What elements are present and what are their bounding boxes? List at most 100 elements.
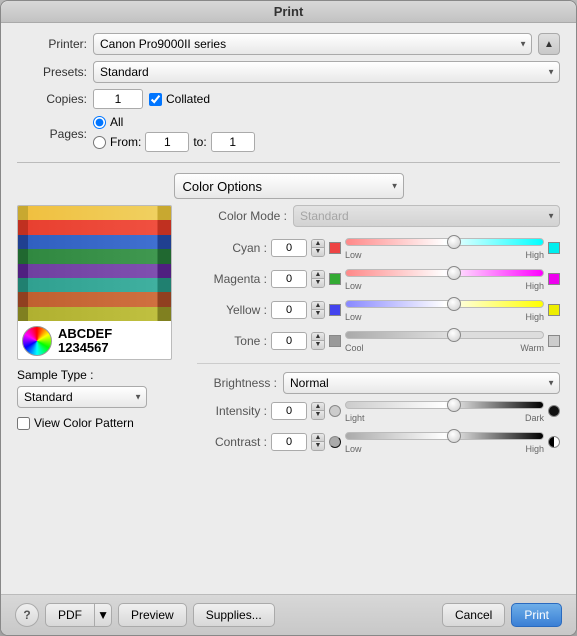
collated-checkbox[interactable] bbox=[149, 93, 162, 106]
contrast-slider-track[interactable] bbox=[345, 429, 544, 443]
printer-expand-button[interactable]: ▲ bbox=[538, 33, 560, 55]
contrast-stepper[interactable]: ▲ ▼ bbox=[311, 433, 325, 451]
magenta-slider-labels: Low High bbox=[345, 281, 544, 291]
pages-from-input[interactable] bbox=[145, 132, 189, 152]
intensity-stepper-up[interactable]: ▲ bbox=[312, 403, 324, 412]
color-mode-row: Color Mode : Standard bbox=[197, 205, 560, 227]
magenta-value-input[interactable] bbox=[271, 270, 307, 288]
presets-select[interactable]: Standard bbox=[93, 61, 560, 83]
cyan-section: Cyan : ▲ ▼ bbox=[197, 235, 560, 262]
view-color-label: View Color Pattern bbox=[34, 416, 134, 430]
yellow-stepper-down[interactable]: ▼ bbox=[312, 310, 324, 318]
printer-select-wrapper[interactable]: Canon Pro9000II series bbox=[93, 33, 532, 55]
intensity-value-input[interactable] bbox=[271, 402, 307, 420]
intensity-stepper[interactable]: ▲ ▼ bbox=[311, 402, 325, 420]
yellow-stepper-up[interactable]: ▲ bbox=[312, 302, 324, 311]
help-button[interactable]: ? bbox=[15, 603, 39, 627]
sample-type-select-wrapper[interactable]: Standard bbox=[17, 386, 147, 408]
contrast-slider-container: Low High bbox=[345, 429, 544, 454]
copies-row: Copies: Collated bbox=[17, 89, 560, 109]
cyan-value-input[interactable] bbox=[271, 239, 307, 257]
yellow-value-input[interactable] bbox=[271, 301, 307, 319]
magenta-stepper-up[interactable]: ▲ bbox=[312, 271, 324, 280]
pencil-image bbox=[18, 206, 172, 321]
cancel-button[interactable]: Cancel bbox=[442, 603, 505, 627]
yellow-slider-thumb[interactable] bbox=[447, 297, 461, 311]
pencil-stripe-7 bbox=[18, 292, 172, 306]
contrast-swatch-right bbox=[548, 436, 560, 448]
cyan-stepper-up[interactable]: ▲ bbox=[312, 240, 324, 249]
color-options-row: Color Options bbox=[17, 173, 560, 199]
pages-all-label: All bbox=[110, 115, 123, 129]
intensity-slider-bg bbox=[345, 401, 544, 409]
color-options-select-wrapper[interactable]: Color Options bbox=[174, 173, 404, 199]
magenta-swatch-right bbox=[548, 273, 560, 285]
cyan-label: Cyan : bbox=[197, 241, 267, 255]
view-color-checkbox[interactable] bbox=[17, 417, 30, 430]
yellow-swatch-left bbox=[329, 304, 341, 316]
preview-bottom: ABCDEF 1234567 bbox=[18, 321, 171, 360]
magenta-stepper[interactable]: ▲ ▼ bbox=[311, 270, 325, 288]
yellow-row: Yellow : ▲ ▼ bbox=[197, 297, 560, 322]
contrast-stepper-down[interactable]: ▼ bbox=[312, 442, 324, 450]
magenta-slider-track[interactable] bbox=[345, 266, 544, 280]
magenta-slider-thumb[interactable] bbox=[447, 266, 461, 280]
intensity-slider-track[interactable] bbox=[345, 398, 544, 412]
magenta-low-label: Low bbox=[345, 281, 362, 291]
cyan-slider-thumb[interactable] bbox=[447, 235, 461, 249]
pages-all-radio[interactable] bbox=[93, 116, 106, 129]
presets-select-wrapper[interactable]: Standard bbox=[93, 61, 560, 83]
printer-row: Printer: Canon Pro9000II series ▲ bbox=[17, 33, 560, 55]
tone-value-input[interactable] bbox=[271, 332, 307, 350]
tone-label: Tone : bbox=[197, 334, 267, 348]
contrast-slider-thumb[interactable] bbox=[447, 429, 461, 443]
dialog-title: Print bbox=[274, 4, 304, 19]
cyan-stepper[interactable]: ▲ ▼ bbox=[311, 239, 325, 257]
pages-label: Pages: bbox=[17, 127, 87, 141]
pdf-dropdown-button[interactable]: ▼ bbox=[94, 603, 112, 627]
tone-slider-thumb[interactable] bbox=[447, 328, 461, 342]
magenta-slider-container: Low High bbox=[345, 266, 544, 291]
color-options-select[interactable]: Color Options bbox=[174, 173, 404, 199]
printer-select[interactable]: Canon Pro9000II series bbox=[93, 33, 532, 55]
intensity-slider-container: Light Dark bbox=[345, 398, 544, 423]
yellow-swatch-right bbox=[548, 304, 560, 316]
color-mode-select-wrapper[interactable]: Standard bbox=[293, 205, 560, 227]
contrast-stepper-up[interactable]: ▲ bbox=[312, 434, 324, 443]
color-wheel-icon bbox=[22, 326, 52, 356]
yellow-slider-track[interactable] bbox=[345, 297, 544, 311]
dialog-content: Printer: Canon Pro9000II series ▲ Preset… bbox=[1, 23, 576, 594]
tone-stepper[interactable]: ▲ ▼ bbox=[311, 332, 325, 350]
pages-to-input[interactable] bbox=[211, 132, 255, 152]
brightness-select[interactable]: Normal bbox=[283, 372, 560, 394]
contrast-high-label: High bbox=[525, 444, 544, 454]
bottom-bar: ? PDF ▼ Preview Supplies... Cancel Print bbox=[1, 594, 576, 635]
yellow-low-label: Low bbox=[345, 312, 362, 322]
pdf-button[interactable]: PDF bbox=[45, 603, 94, 627]
cyan-swatch-right bbox=[548, 242, 560, 254]
magenta-slider-bg bbox=[345, 269, 544, 277]
print-button[interactable]: Print bbox=[511, 603, 562, 627]
tone-stepper-down[interactable]: ▼ bbox=[312, 341, 324, 349]
color-mode-select[interactable]: Standard bbox=[293, 205, 560, 227]
brightness-select-wrapper[interactable]: Normal bbox=[283, 372, 560, 394]
copies-input[interactable] bbox=[93, 89, 143, 109]
intensity-slider-thumb[interactable] bbox=[447, 398, 461, 412]
middle-divider bbox=[197, 363, 560, 364]
yellow-slider-container: Low High bbox=[345, 297, 544, 322]
magenta-section: Magenta : ▲ ▼ bbox=[197, 266, 560, 293]
tone-slider-track[interactable] bbox=[345, 328, 544, 342]
cyan-stepper-down[interactable]: ▼ bbox=[312, 248, 324, 256]
yellow-stepper[interactable]: ▲ ▼ bbox=[311, 301, 325, 319]
intensity-stepper-down[interactable]: ▼ bbox=[312, 411, 324, 419]
tone-stepper-up[interactable]: ▲ bbox=[312, 333, 324, 342]
preview-button[interactable]: Preview bbox=[118, 603, 187, 627]
pages-from-radio[interactable] bbox=[93, 136, 106, 149]
supplies-button[interactable]: Supplies... bbox=[193, 603, 275, 627]
magenta-stepper-down[interactable]: ▼ bbox=[312, 279, 324, 287]
cyan-slider-track[interactable] bbox=[345, 235, 544, 249]
pages-to-label: to: bbox=[193, 135, 206, 149]
contrast-value-input[interactable] bbox=[271, 433, 307, 451]
brightness-label: Brightness : bbox=[197, 376, 277, 390]
sample-type-select[interactable]: Standard bbox=[17, 386, 147, 408]
